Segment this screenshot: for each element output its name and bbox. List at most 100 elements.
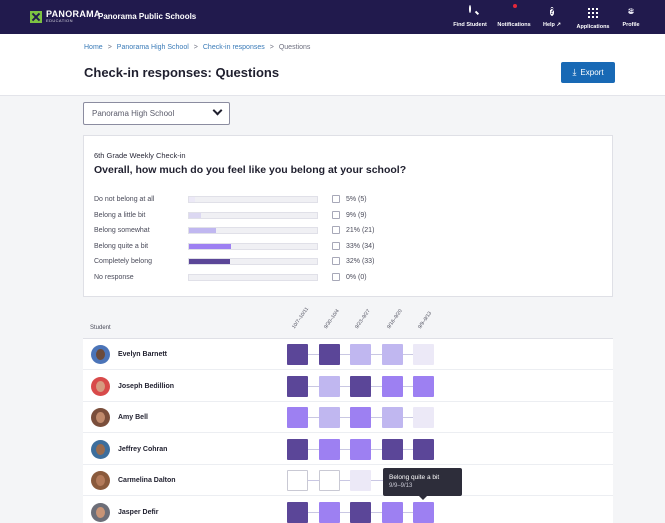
student-name[interactable]: Carmelina Dalton (118, 477, 176, 484)
student-row[interactable]: Amy Bell (83, 402, 613, 433)
school-select-value: Panorama High School (92, 109, 175, 118)
response-cell[interactable] (287, 470, 308, 491)
response-cell[interactable] (350, 407, 371, 428)
nav-help[interactable]: ? Help ↗ (540, 6, 564, 28)
nav-profile[interactable]: RS Profile (619, 6, 643, 28)
student-row[interactable]: Joseph Bedillion (83, 371, 613, 402)
response-bar-fill (189, 197, 196, 202)
response-bar (188, 242, 318, 250)
response-cell[interactable] (318, 470, 340, 491)
breadcrumb-home[interactable]: Home (84, 44, 103, 51)
district-name[interactable]: Panorama Public Schools (98, 12, 196, 21)
response-cell[interactable] (413, 438, 434, 460)
student-row[interactable]: Evelyn Barnett (83, 339, 613, 370)
download-icon: ⤓ (572, 67, 577, 77)
student-avatar (91, 502, 110, 522)
week-column-header: 9/9–9/13 (417, 310, 434, 330)
nav-help-label: Help ↗ (542, 22, 562, 28)
response-checkbox[interactable] (332, 241, 340, 250)
page-title: Check-in responses: Questions (84, 65, 280, 80)
response-cell[interactable] (413, 375, 434, 397)
response-cell[interactable] (318, 407, 340, 428)
week-column-header: 9/16–9/20 (385, 308, 404, 330)
response-cell[interactable] (318, 501, 340, 523)
school-select[interactable]: Panorama High School (83, 102, 230, 125)
response-bar-fill (189, 228, 216, 233)
nav-applications-label: Applications (576, 24, 610, 30)
response-cell[interactable] (287, 344, 308, 365)
response-bar (188, 258, 318, 265)
response-cell[interactable] (318, 375, 340, 397)
tooltip-range: 9/9–9/13 (389, 483, 413, 490)
response-checkbox[interactable] (332, 257, 340, 265)
response-cell[interactable] (413, 344, 434, 365)
response-cell[interactable] (287, 438, 308, 460)
breadcrumb-current: Questions (278, 44, 311, 51)
student-row[interactable]: Jasper Defir (83, 497, 613, 523)
student-name[interactable]: Jeffrey Cohran (118, 446, 167, 453)
student-name[interactable]: Joseph Bedillion (118, 383, 174, 390)
response-cell[interactable] (350, 344, 371, 365)
response-row: Belong somewhat 21% (21) (94, 226, 394, 237)
response-label: Belong quite a bit (94, 242, 149, 250)
breadcrumb-school[interactable]: Panorama High School (117, 44, 189, 51)
response-bar (188, 227, 318, 234)
cell-tooltip: Belong quite a bit 9/9–9/13 (383, 468, 462, 500)
response-cell[interactable] (287, 407, 308, 428)
response-row: Belong quite a bit 33% (34) (94, 241, 394, 253)
response-cell[interactable] (287, 375, 308, 397)
response-cell[interactable] (381, 438, 403, 460)
response-cell[interactable] (381, 375, 403, 397)
response-bar-fill (189, 212, 201, 218)
panorama-logo[interactable]: PANORAMA EDUCATION (30, 10, 101, 23)
student-row[interactable]: Carmelina Dalton (83, 465, 613, 496)
response-cell[interactable] (381, 501, 403, 523)
export-button[interactable]: ⤓ Export (561, 62, 615, 83)
response-label: Do not belong at all (94, 196, 155, 203)
student-column-header: Student (90, 325, 111, 331)
response-percent: 0% (0) (346, 273, 367, 281)
response-bar-fill (189, 243, 232, 249)
response-cell[interactable] (318, 344, 340, 365)
response-checkbox[interactable] (332, 226, 340, 234)
response-cell[interactable] (287, 501, 308, 523)
response-cell[interactable] (350, 470, 371, 491)
response-cell[interactable] (413, 407, 434, 428)
student-name[interactable]: Jasper Defir (118, 509, 158, 516)
nav-find-student-label: Find Student (453, 22, 487, 28)
response-checkbox[interactable] (332, 210, 340, 219)
nav-applications[interactable]: Applications (573, 6, 613, 30)
response-bar-fill (189, 259, 230, 264)
response-cell[interactable] (350, 501, 371, 523)
help-icon: ? (549, 7, 555, 16)
student-avatar (91, 408, 110, 427)
response-bar (188, 211, 318, 219)
notification-dot (513, 4, 517, 8)
response-checkbox[interactable] (332, 272, 340, 281)
student-name[interactable]: Amy Bell (118, 414, 148, 421)
top-nav: PANORAMA EDUCATION Panorama Public Schoo… (0, 0, 665, 34)
response-cell[interactable] (350, 438, 371, 460)
response-cell[interactable] (381, 344, 403, 365)
student-avatar (91, 471, 110, 490)
response-cell[interactable] (350, 375, 371, 397)
nav-notifications[interactable]: Notifications (496, 4, 532, 28)
student-table: Evelyn Barnett Joseph Bedillion Amy Bell Je… (83, 338, 613, 523)
nav-profile-label: Profile (622, 22, 640, 28)
breadcrumb-checkin[interactable]: Check-in responses (203, 44, 265, 51)
student-avatar (91, 376, 110, 396)
response-cell[interactable] (381, 407, 403, 428)
response-bar (188, 196, 318, 203)
logo-sub-text: EDUCATION (46, 18, 73, 23)
response-cell[interactable] (413, 501, 434, 523)
nav-find-student[interactable]: Find Student (452, 5, 488, 28)
student-avatar (91, 345, 110, 364)
student-row[interactable]: Jeffrey Cohran (83, 434, 613, 465)
response-percent: 5% (5) (346, 196, 367, 203)
student-name[interactable]: Evelyn Barnett (118, 351, 167, 358)
response-percent: 33% (34) (346, 242, 375, 250)
response-cell[interactable] (318, 438, 340, 460)
question-text: Overall, how much do you feel like you b… (94, 164, 407, 176)
response-checkbox[interactable] (332, 195, 340, 203)
response-bar (188, 273, 318, 281)
